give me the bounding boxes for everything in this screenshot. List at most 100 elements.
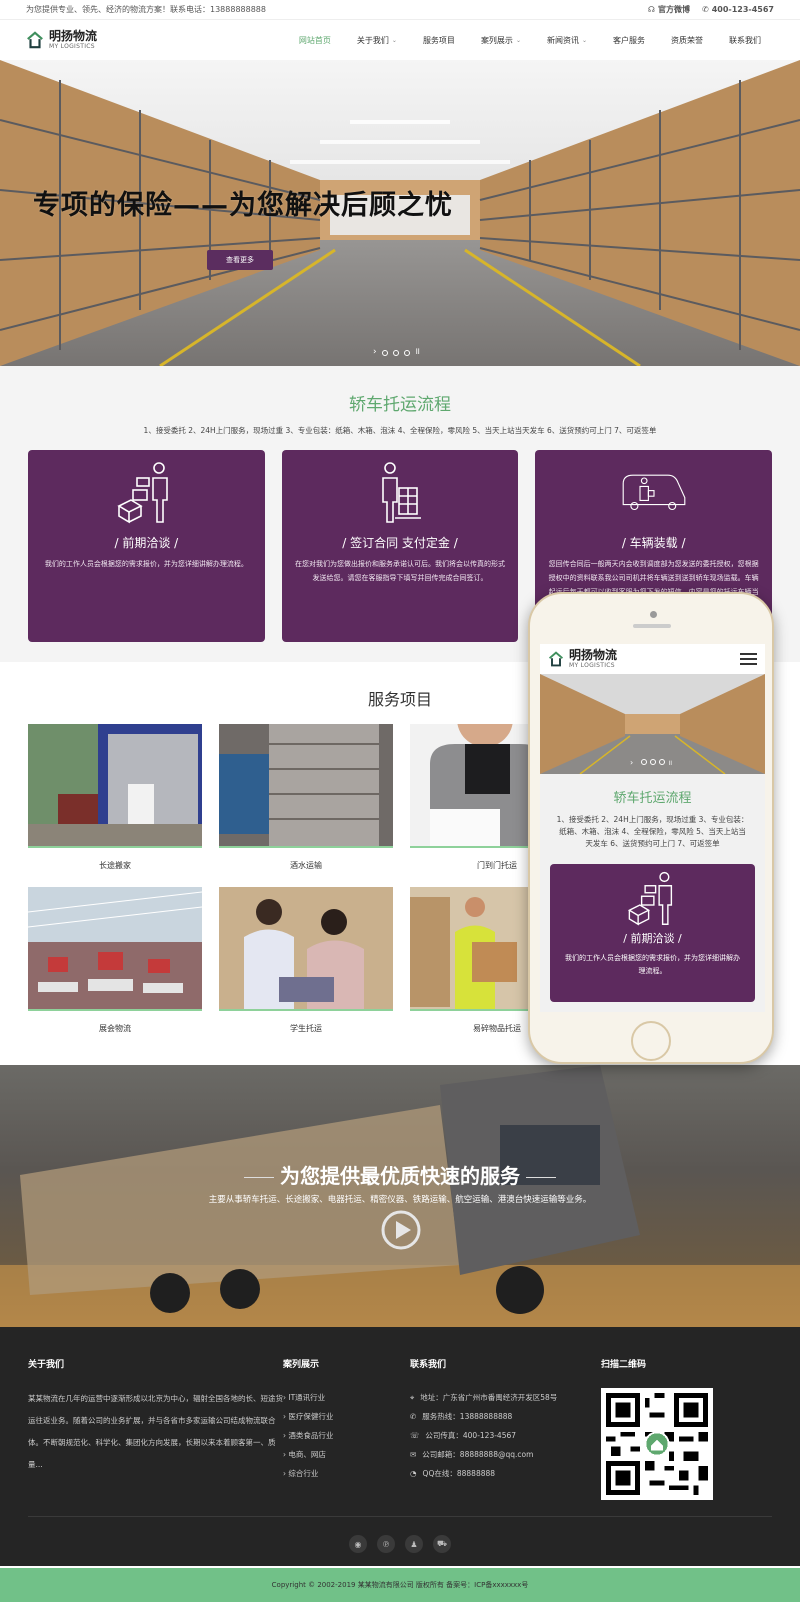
play-icon[interactable] (381, 1210, 421, 1250)
brand-name-en: MY LOGISTICS (49, 43, 95, 50)
hamburger-menu-icon[interactable] (740, 653, 757, 665)
chevron-down-icon: ⌄ (515, 36, 521, 44)
nav-label: 服务项目 (422, 35, 455, 45)
weibo-icon: ☊ (647, 5, 655, 14)
pinterest-icon[interactable]: ℗ (377, 1535, 395, 1553)
service-label: 学生托运 (290, 1024, 322, 1033)
phone-camera (650, 611, 657, 618)
slider-pager: › ॥ (373, 348, 420, 357)
mobile-process-card[interactable]: / 前期洽谈 / 我们的工作人员会根据您的需求报价，并为您详细讲解办理流程。 (550, 864, 755, 1002)
process-card[interactable]: / 签订合同 支付定金 / 在您对我们为您做出报价和服务承诺认可后。我们将会以传… (281, 450, 519, 642)
phone-link[interactable]: ✆ 400-123-4567 (702, 5, 774, 14)
mobile-brand-name: 明扬物流 (569, 648, 618, 662)
mobile-header: 明扬物流 MY LOGISTICS (540, 644, 765, 674)
wechat-link[interactable]: ☊ 官方微博 (648, 4, 690, 15)
process-title: 轿车托运流程 (349, 395, 451, 415)
main-nav: 网站首页 关于我们 ⌄ 服务项目 案列展示 ⌄ 新闻资讯 ⌄ 客户服务 资质荣誉 联系我们 (286, 35, 774, 46)
slogan: 为您提供专业、领先、经济的物流方案！联系电话：13888888888 (26, 5, 266, 14)
footer-contact-text: 服务热线：13888888888 (422, 1412, 513, 1421)
footer-about-title: 关于我们 (28, 1360, 65, 1370)
nav-item-1[interactable]: 关于我们 ⌄ (344, 35, 410, 46)
nav-label: 关于我们 (356, 35, 389, 45)
service-label: 酒水运输 (290, 861, 322, 870)
footer-cases: 案列展示 › IT通讯行业 › 医疗保健行业 › 酒类食品行业 › 电商、网店 › 综合… (283, 1357, 410, 1500)
mobile-logo[interactable]: 明扬物流 MY LOGISTICS (548, 649, 617, 669)
banner-title: 为您提供最优质快速的服务 (280, 1164, 520, 1188)
process-subtitle: 1、接受委托 2、24H上门服务，现场过重 3、专业包装：纸箱、木箱、泡沫 4、… (143, 426, 657, 435)
hero-slider: 专项的保险——为您解决后顾之忧 查看更多 › ॥ (0, 60, 800, 366)
slide-dot[interactable] (381, 349, 388, 356)
service-photo (28, 887, 202, 1011)
footer-about-text: 某某物流在几年的运营中逐渐形成以北京为中心，辐射全国各地的长、短途货运往返业务。… (28, 1394, 283, 1469)
phone-speaker (633, 624, 671, 628)
nav-item-4[interactable]: 新闻资讯 ⌄ (534, 35, 600, 46)
service-item[interactable]: 学生托运 (219, 887, 393, 1050)
weibo-icon[interactable]: ◉ (349, 1535, 367, 1553)
banner-title-wrap: 为您提供最优质快速的服务 (0, 1160, 800, 1189)
logo-house-icon (548, 651, 564, 667)
mobile-brand-en: MY LOGISTICS (569, 662, 615, 669)
service-photo (219, 887, 393, 1011)
svg-text:›: › (630, 758, 633, 767)
next-slide-icon[interactable]: › (373, 348, 377, 357)
consult-icon (117, 462, 169, 524)
qq-penguin-icon[interactable]: ♟ (405, 1535, 423, 1553)
phone-icon: ✆ (410, 1412, 417, 1421)
footer-contact-text: 地址：广东省广州市番禺经济开发区58号 (420, 1393, 558, 1402)
footer-case-label: 电商、网店 (288, 1450, 326, 1459)
phone-number: 400-123-4567 (711, 5, 774, 14)
site-header: 明扬物流 MY LOGISTICS 网站首页 关于我们 ⌄ 服务项目 案列展示 ⌄ 新闻资讯… (0, 20, 800, 60)
footer-case-label: IT通讯行业 (288, 1393, 326, 1402)
mail-icon: ✉ (410, 1450, 417, 1459)
phone-icon: ✆ (701, 5, 709, 14)
nav-label: 资质荣誉 (671, 35, 703, 45)
footer-case-link[interactable]: › 电商、网店 (283, 1445, 410, 1464)
process-card[interactable]: / 前期洽谈 / 我们的工作人员会根据您的需求报价，并为您详细讲解办理流程。 (28, 450, 265, 642)
footer-contact-item: ☏ 公司传真：400-123-4567 (410, 1426, 601, 1445)
footer-qr: 扫描二维码 (601, 1357, 713, 1500)
service-photo (219, 724, 393, 848)
footer-case-link[interactable]: › 综合行业 (283, 1464, 410, 1483)
banner-desc: 主要从事轿车托运、长途搬家、电器托运、精密仪器、铁路运输、航空运输、港澳台快速运… (208, 1195, 592, 1205)
footer-case-label: 酒类食品行业 (288, 1431, 334, 1440)
service-item[interactable]: 酒水运输 (219, 724, 393, 887)
nav-label: 联系我们 (729, 35, 761, 45)
footer-case-link[interactable]: › IT通讯行业 (283, 1388, 410, 1407)
footer-contact-text: QQ在线：88888888 (422, 1469, 496, 1478)
footer-contact-item: ⌖ 地址：广东省广州市番禺经济开发区58号 (410, 1388, 601, 1407)
card-title: / 车辆装载 / (621, 536, 686, 550)
qr-code-image (601, 1388, 713, 1500)
cart-icon[interactable]: ⛟ (433, 1535, 451, 1553)
nav-item-6[interactable]: 资质荣誉 (658, 35, 716, 46)
logo[interactable]: 明扬物流 MY LOGISTICS (26, 30, 97, 50)
nav-item-7[interactable]: 联系我们 (716, 35, 774, 46)
slide-dot[interactable] (403, 349, 410, 356)
truck-loading-icon (622, 474, 686, 511)
footer-contact-item: ✉ 公司邮箱：88888888@qq.com (410, 1445, 601, 1464)
view-more-button[interactable]: 查看更多 (207, 250, 273, 270)
slide-dot[interactable] (392, 349, 399, 356)
top-bar: 为您提供专业、领先、经济的物流方案！联系电话：13888888888 ☊ 官方微博… (0, 0, 800, 20)
footer-case-link[interactable]: › 医疗保健行业 (283, 1407, 410, 1426)
footer-cases-title: 案列展示 (283, 1360, 320, 1370)
qq-icon: ◔ (410, 1469, 417, 1478)
nav-item-0[interactable]: 网站首页 (286, 35, 344, 46)
service-label: 长途搬家 (99, 861, 131, 870)
nav-label: 网站首页 (298, 35, 331, 45)
card-title: / 前期洽谈 / (114, 536, 179, 550)
footer-contact-item: ◔ QQ在线：88888888 (410, 1464, 601, 1483)
service-item[interactable]: 展会物流 (28, 887, 202, 1050)
nav-item-3[interactable]: 案列展示 ⌄ (468, 35, 534, 46)
pause-icon[interactable]: ॥ (415, 348, 420, 357)
phone-home-button (631, 1021, 671, 1061)
mobile-process-subtitle: 1、接受委托 2、24H上门服务，现场过重 3、专业包装：纸箱、木箱、泡沫 4、… (556, 815, 749, 848)
footer-case-link[interactable]: › 酒类食品行业 (283, 1426, 410, 1445)
hero-title: 专项的保险——为您解决后顾之忧 (33, 190, 453, 221)
nav-item-2[interactable]: 服务项目 (410, 35, 468, 46)
nav-label: 案列展示 (480, 35, 513, 45)
phone-screen: 明扬物流 MY LOGISTICS › ॥ 轿车托运流程 1、接受委托 2、24… (540, 644, 765, 1012)
footer-case-label: 综合行业 (288, 1469, 319, 1478)
footer-about: 关于我们 某某物流在几年的运营中逐渐形成以北京为中心，辐射全国各地的长、短途货运… (28, 1357, 283, 1500)
service-item[interactable]: 长途搬家 (28, 724, 202, 887)
nav-item-5[interactable]: 客户服务 (600, 35, 658, 46)
